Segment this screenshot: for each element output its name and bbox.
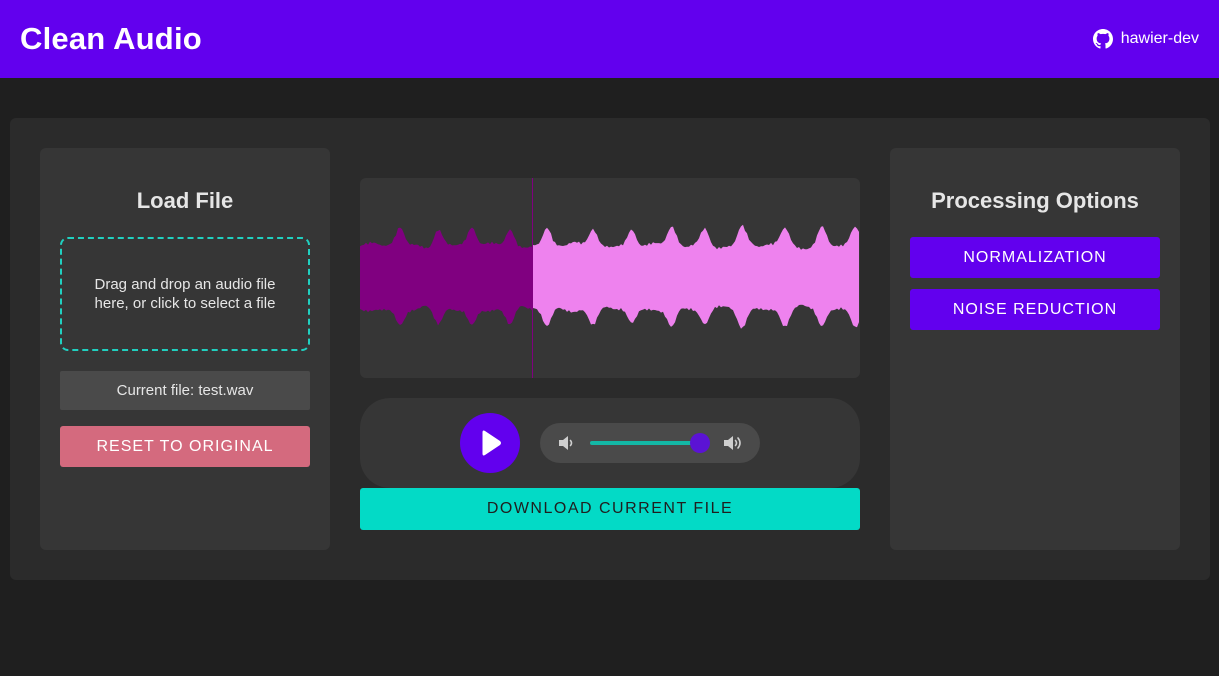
waveform-display[interactable] — [360, 178, 860, 378]
reset-to-original-button[interactable]: RESET TO ORIGINAL — [60, 426, 310, 467]
volume-slider-fill — [590, 441, 700, 445]
processing-options-title: Processing Options — [931, 188, 1139, 213]
main-panel: Load File Drag and drop an audio file he… — [10, 118, 1210, 580]
load-file-title: Load File — [136, 188, 234, 213]
current-file-label: Current file: test.wav — [60, 371, 310, 410]
load-file-card: Load File Drag and drop an audio file he… — [40, 148, 330, 550]
waveform-played — [360, 227, 532, 326]
normalization-button[interactable]: NORMALIZATION — [910, 237, 1160, 278]
app-bar: Clean Audio hawier-dev — [0, 0, 1219, 78]
github-link[interactable]: hawier-dev — [1092, 29, 1199, 49]
volume-control — [540, 423, 760, 463]
processing-options-card: Processing Options NORMALIZATION NOISE R… — [890, 148, 1180, 550]
noise-reduction-button[interactable]: NOISE REDUCTION — [910, 289, 1160, 330]
download-current-file-button[interactable]: DOWNLOAD CURRENT FILE — [360, 488, 860, 530]
volume-high-icon[interactable] — [723, 434, 743, 452]
waveform-unplayed — [533, 224, 859, 329]
play-icon — [482, 430, 501, 456]
dropzone-text: Drag and drop an audio file here, or cli… — [94, 276, 276, 312]
volume-slider-thumb[interactable] — [690, 433, 710, 453]
github-username: hawier-dev — [1120, 30, 1199, 47]
volume-low-icon[interactable] — [556, 434, 576, 452]
github-icon — [1092, 29, 1113, 49]
volume-slider[interactable] — [590, 433, 710, 453]
file-dropzone[interactable]: Drag and drop an audio file here, or cli… — [60, 237, 310, 351]
waveform-svg — [360, 178, 859, 378]
app-title: Clean Audio — [20, 21, 202, 56]
play-button[interactable] — [460, 413, 520, 473]
audio-player — [360, 398, 860, 488]
